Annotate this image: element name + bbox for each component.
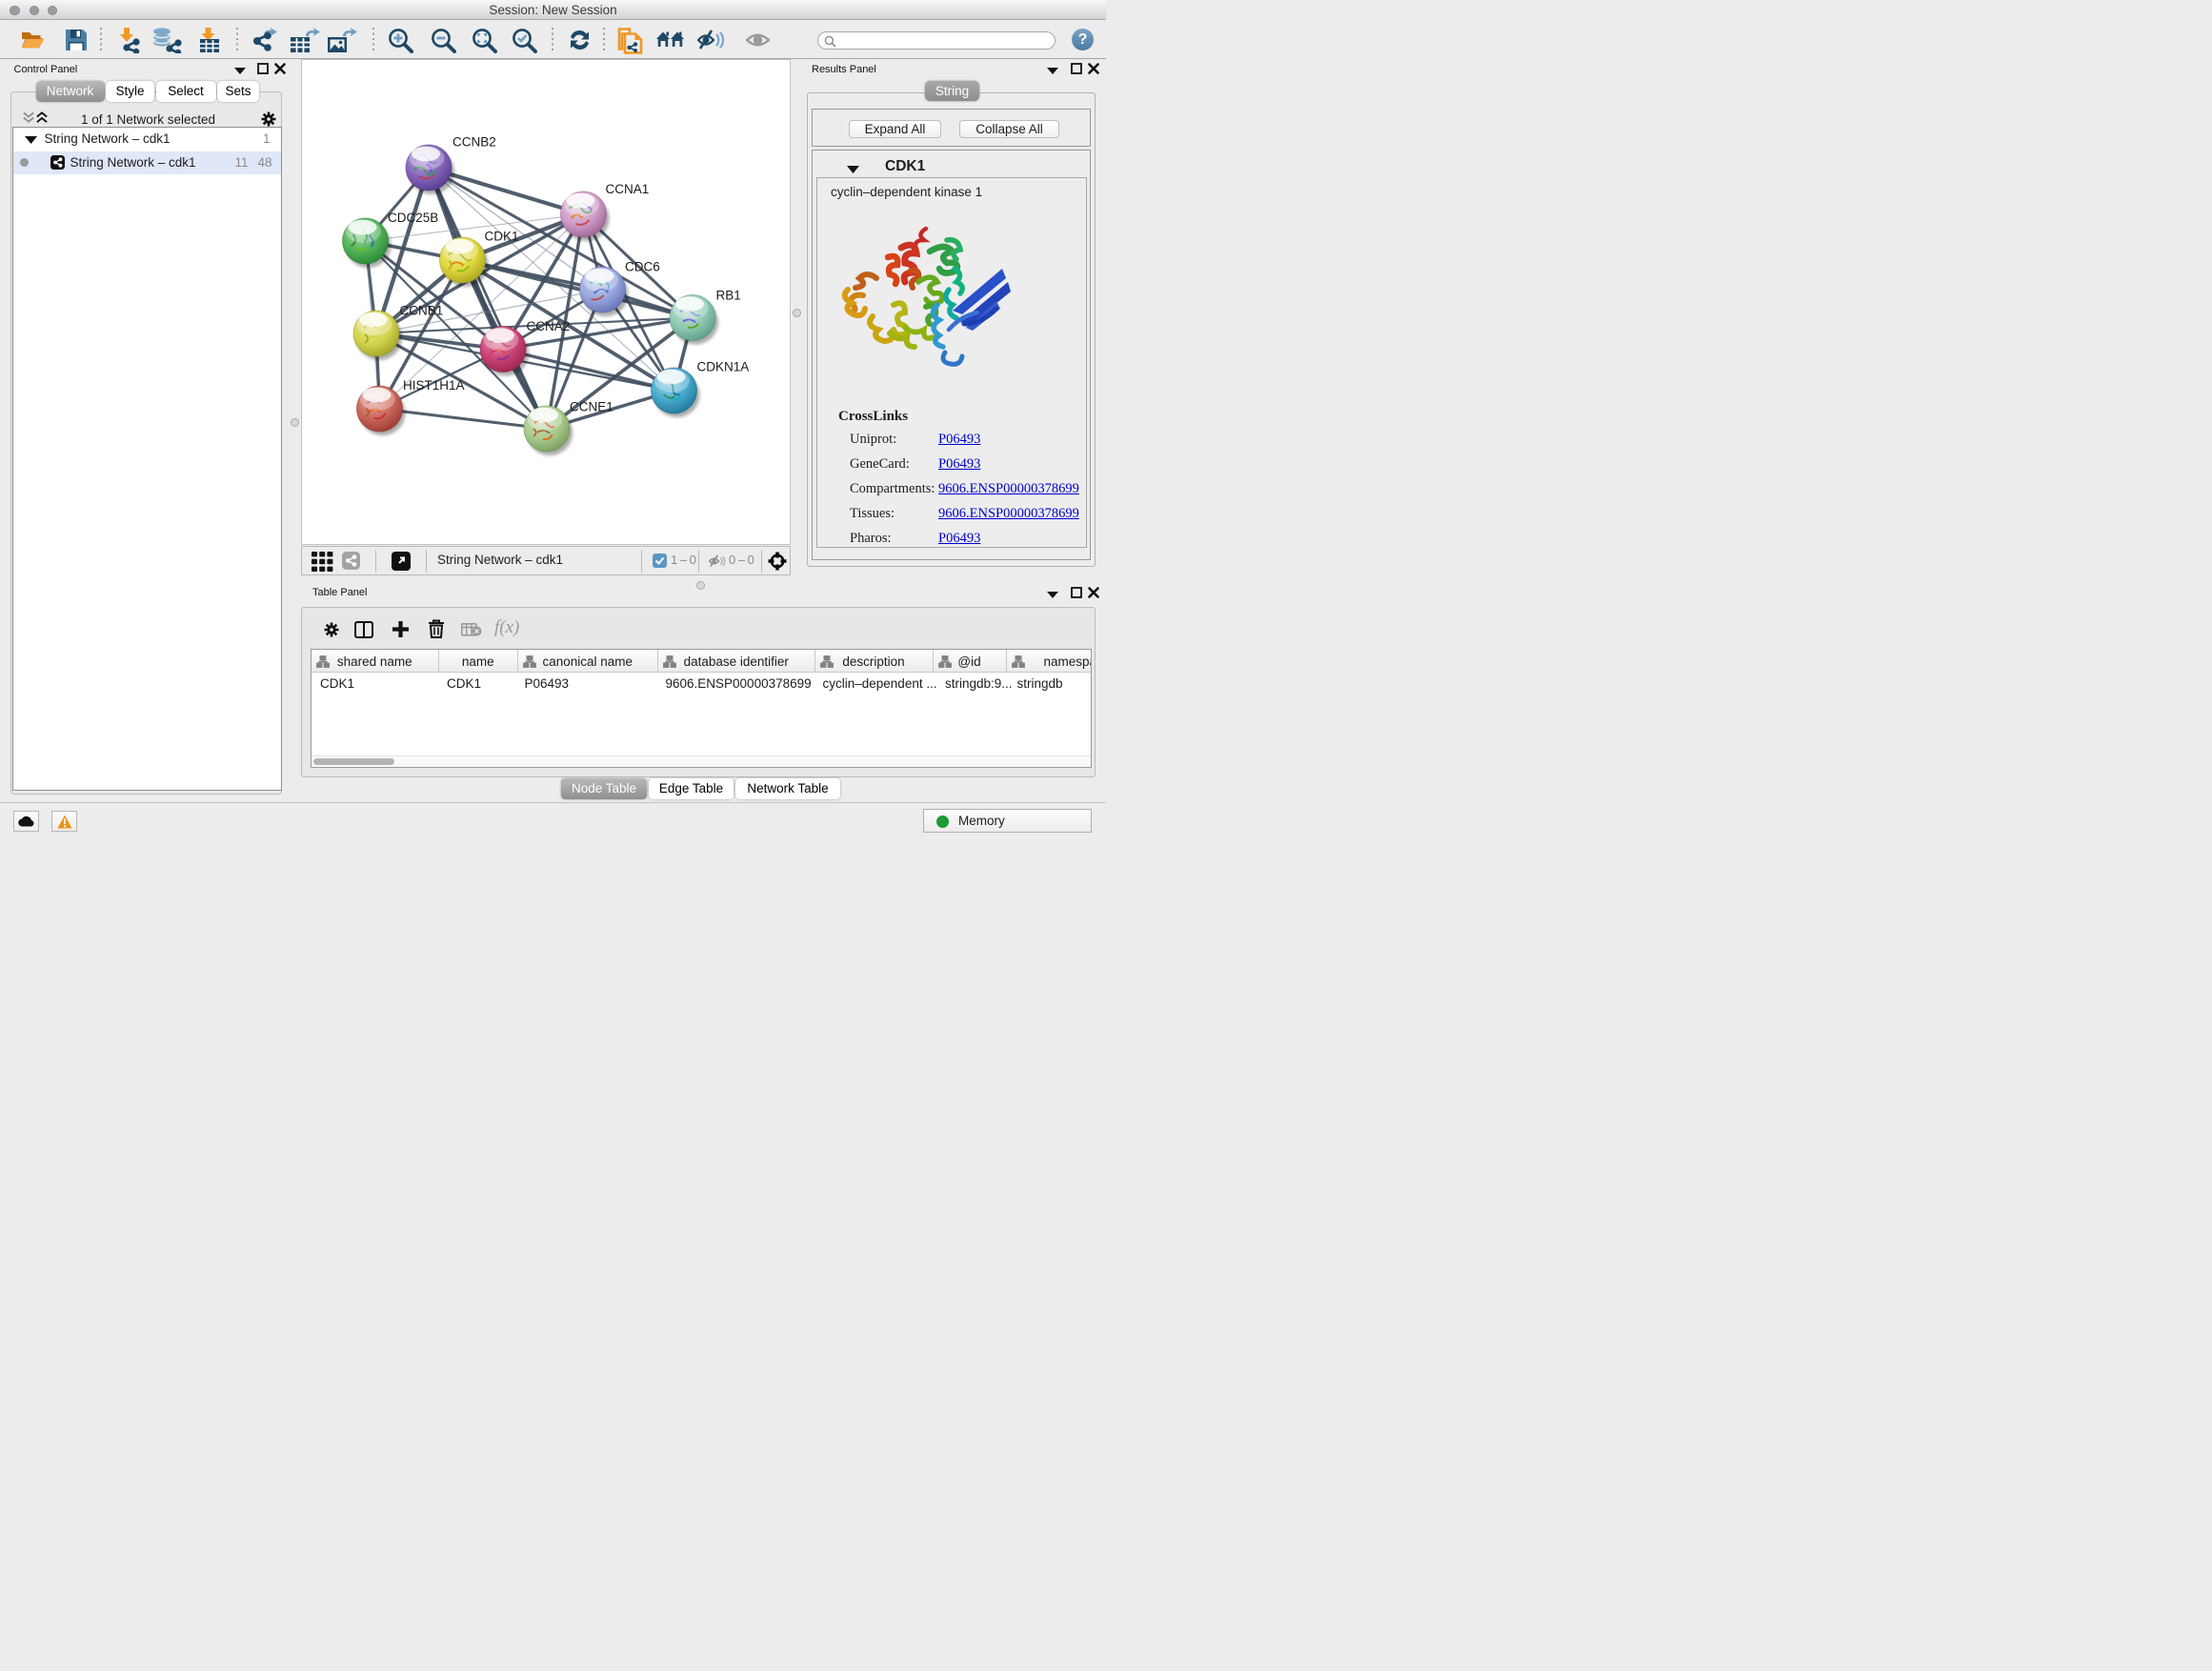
svg-text:CDC25B: CDC25B <box>388 211 438 225</box>
svg-text:CDC6: CDC6 <box>625 260 660 274</box>
svg-text:RB1: RB1 <box>716 289 741 303</box>
svg-text:CCNB1: CCNB1 <box>400 304 444 318</box>
svg-text:CCNA1: CCNA1 <box>606 182 650 196</box>
svg-text:CCNA2: CCNA2 <box>527 319 571 333</box>
svg-text:CCNB2: CCNB2 <box>452 135 496 150</box>
svg-text:HIST1H1A: HIST1H1A <box>403 378 465 393</box>
svg-text:CCNE1: CCNE1 <box>570 399 613 413</box>
svg-text:CDKN1A: CDKN1A <box>697 360 750 374</box>
svg-text:CDK1: CDK1 <box>485 230 519 244</box>
